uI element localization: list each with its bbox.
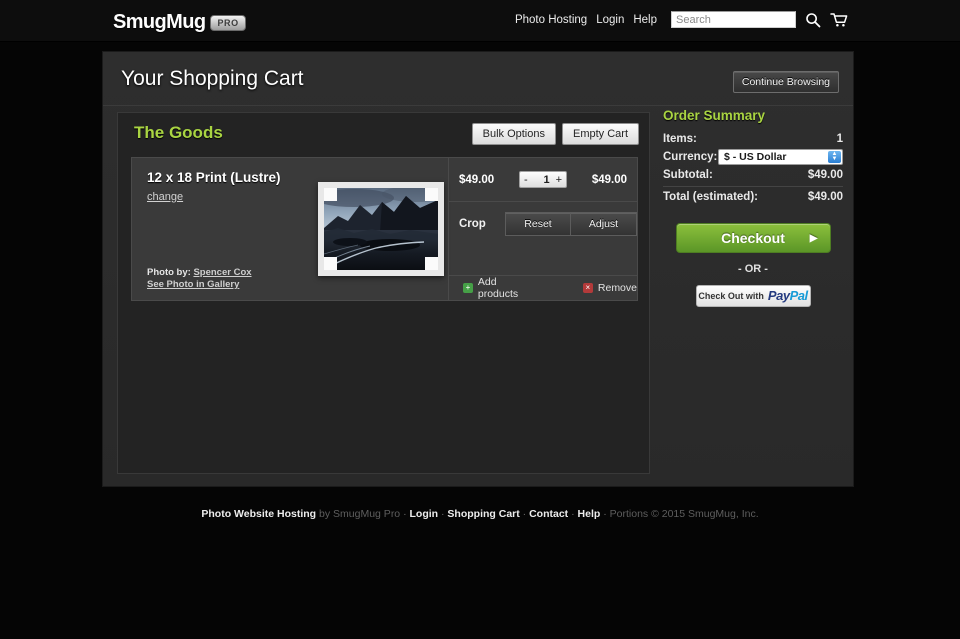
footer-contact[interactable]: Contact: [529, 508, 568, 520]
quantity-value[interactable]: 1: [532, 174, 552, 186]
arrow-right-icon: ▶: [810, 233, 818, 244]
nav-help[interactable]: Help: [633, 14, 657, 26]
chevron-updown-icon: ▲▼: [828, 151, 841, 163]
thumbnail-image: [324, 188, 438, 270]
crop-corner-icon: [425, 188, 438, 201]
remove-item-button[interactable]: × Remove: [583, 282, 637, 294]
checkout-label: Checkout: [721, 230, 785, 246]
panel-body: The Goods Bulk Options Empty Cart 12 x 1…: [103, 106, 853, 486]
goods-section: The Goods Bulk Options Empty Cart 12 x 1…: [117, 112, 650, 474]
product-thumbnail[interactable]: [318, 182, 444, 276]
goods-title: The Goods: [134, 123, 223, 143]
currency-value: $ - US Dollar: [724, 151, 786, 163]
items-value: 1: [837, 133, 843, 145]
logo-wordmark: SmugMug: [113, 11, 205, 34]
close-icon: ×: [583, 283, 593, 293]
footer-login[interactable]: Login: [410, 508, 439, 520]
footer-help[interactable]: Help: [578, 508, 601, 520]
item-action-bar: + Add products × Remove: [449, 275, 637, 300]
goods-header-buttons: Bulk Options Empty Cart: [472, 123, 639, 145]
line-total: $49.00: [592, 174, 627, 186]
summary-total-row: Total (estimated): $49.00: [663, 186, 843, 205]
remove-label: Remove: [598, 282, 637, 294]
nav-photo-hosting[interactable]: Photo Hosting: [515, 14, 587, 26]
paypal-logo: PayPal: [768, 287, 808, 305]
search-icon[interactable]: [805, 12, 821, 28]
paypal-checkout-button[interactable]: Check Out with PayPal: [696, 285, 811, 307]
footer-separator: ·: [571, 508, 575, 520]
currency-select[interactable]: $ - US Dollar ▲▼: [718, 149, 843, 165]
paypal-prefix-label: Check Out with: [698, 291, 764, 301]
add-products-button[interactable]: + Add products: [463, 276, 539, 300]
panel-header: Your Shopping Cart Continue Browsing: [103, 52, 853, 106]
checkout-button[interactable]: Checkout ▶: [676, 223, 831, 253]
photo-by-label: Photo by:: [147, 267, 191, 278]
cart-item-name: 12 x 18 Print (Lustre): [147, 170, 281, 185]
plus-icon: +: [463, 283, 473, 293]
crop-corner-icon: [324, 188, 337, 201]
footer-lead: Photo Website Hosting: [201, 508, 316, 520]
top-nav-links: Photo Hosting Login Help: [515, 11, 848, 28]
or-divider-text: - OR -: [663, 263, 843, 275]
crop-label: Crop: [459, 218, 486, 230]
page-root: SmugMug PRO Photo Hosting Login Help: [0, 0, 960, 639]
quantity-stepper[interactable]: - 1 +: [519, 171, 567, 188]
photo-credit: Photo by: Spencer Cox: [147, 267, 252, 278]
cart-item-details: 12 x 18 Print (Lustre) change: [132, 158, 448, 300]
order-summary: Order Summary Items: 1 Currency: $ - US …: [663, 108, 843, 307]
footer-shopping-cart[interactable]: Shopping Cart: [447, 508, 519, 520]
page-title: Your Shopping Cart: [121, 67, 304, 91]
empty-cart-button[interactable]: Empty Cart: [562, 123, 639, 145]
photographer-link[interactable]: Spencer Cox: [193, 267, 251, 278]
top-navigation-bar: SmugMug PRO Photo Hosting Login Help: [0, 0, 960, 42]
summary-items-row: Items: 1: [663, 131, 843, 147]
footer-separator: ·: [441, 508, 445, 520]
paypal-pay-text: Pay: [768, 288, 790, 303]
total-value: $49.00: [808, 191, 843, 203]
search-input[interactable]: [671, 11, 796, 28]
cart-item-row: 12 x 18 Print (Lustre) change: [131, 157, 638, 301]
crop-corner-icon: [425, 257, 438, 270]
currency-label: Currency:: [663, 151, 717, 163]
smugmug-logo[interactable]: SmugMug PRO: [113, 11, 246, 34]
bulk-options-button[interactable]: Bulk Options: [472, 123, 556, 145]
summary-subtotal-row: Subtotal: $49.00: [663, 167, 843, 183]
items-label: Items:: [663, 133, 697, 145]
crop-reset-button[interactable]: Reset: [505, 212, 571, 236]
quantity-decrement-button[interactable]: -: [520, 174, 532, 186]
crop-corner-icon: [324, 257, 337, 270]
cart-item-controls: $49.00 - 1 + $49.00 Crop Reset: [448, 158, 637, 300]
footer-separator: ·: [603, 508, 607, 520]
order-summary-title: Order Summary: [663, 108, 843, 123]
goods-header: The Goods Bulk Options Empty Cart: [118, 113, 649, 155]
footer: Photo Website Hosting by SmugMug Pro · L…: [0, 508, 960, 520]
continue-browsing-button[interactable]: Continue Browsing: [733, 71, 839, 93]
crop-buttons: Reset Adjust: [505, 212, 637, 236]
paypal-pal-text: Pal: [790, 288, 808, 303]
footer-separator: ·: [403, 508, 407, 520]
main-panel: Your Shopping Cart Continue Browsing The…: [103, 52, 853, 486]
footer-by: by SmugMug Pro: [319, 508, 400, 520]
total-label: Total (estimated):: [663, 191, 758, 203]
logo-pro-badge: PRO: [210, 15, 245, 31]
change-product-link[interactable]: change: [147, 191, 183, 203]
footer-separator: ·: [523, 508, 527, 520]
see-photo-in-gallery-link[interactable]: See Photo in Gallery: [147, 279, 239, 290]
quantity-increment-button[interactable]: +: [552, 174, 566, 186]
add-products-label: Add products: [478, 276, 539, 300]
shopping-cart-icon[interactable]: [830, 12, 848, 28]
crop-adjust-button[interactable]: Adjust: [571, 212, 637, 236]
subtotal-value: $49.00: [808, 169, 843, 181]
summary-currency-row: Currency: $ - US Dollar ▲▼: [663, 147, 843, 167]
nav-login[interactable]: Login: [596, 14, 624, 26]
footer-copyright: Portions © 2015 SmugMug, Inc.: [610, 508, 759, 520]
crop-row: Crop Reset Adjust: [449, 202, 637, 246]
price-row: $49.00 - 1 + $49.00: [449, 158, 637, 202]
subtotal-label: Subtotal:: [663, 169, 713, 181]
unit-price: $49.00: [459, 174, 494, 186]
